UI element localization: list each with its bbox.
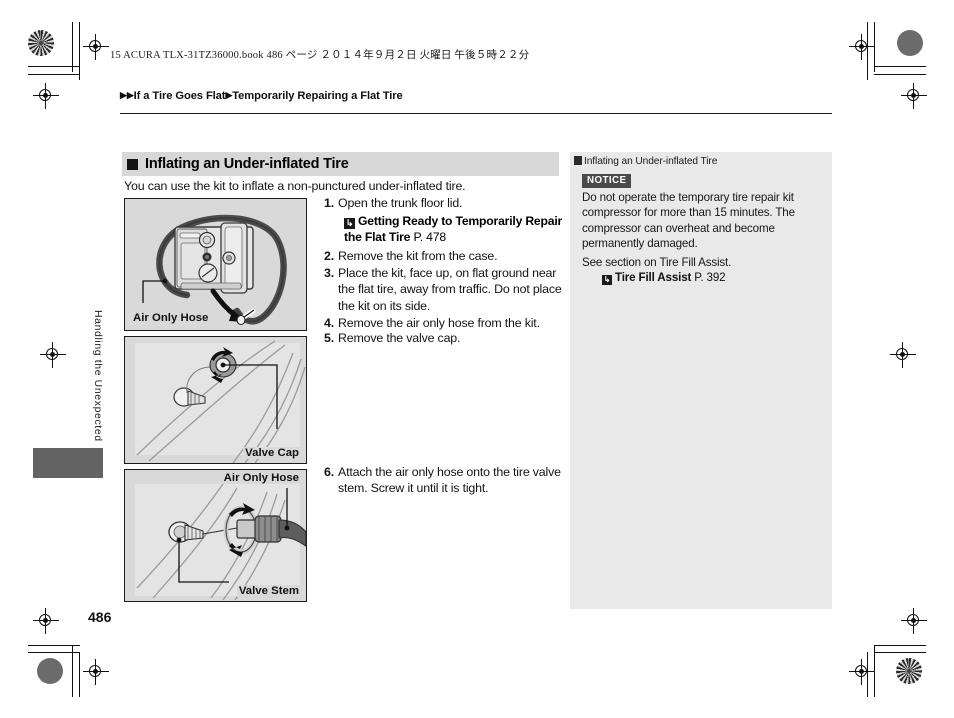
figure-2-caption: Valve Cap (243, 447, 301, 459)
cross-reference-tire-fill-assist[interactable]: ↳ Tire Fill Assist P. 392 (602, 271, 726, 285)
step-number: 3. (324, 265, 334, 280)
step-number: 2. (324, 248, 334, 263)
step-number: 4. (324, 316, 334, 331)
step-item: 5. Remove the valve cap. (320, 330, 565, 346)
cross-reference-title: Tire Fill Assist (615, 271, 692, 284)
breadcrumb-level-1: If a Tire Goes Flat (133, 90, 226, 102)
cross-reference-getting-ready[interactable]: ↳ Getting Ready to Temporarily Repair the… (320, 213, 565, 245)
info-panel-marker-icon (574, 156, 582, 165)
figure-valve-stem-hose: Air Only Hose Valve Stem (124, 469, 307, 602)
registration-target-bottom-right (901, 608, 927, 634)
registration-blob-top-right (897, 30, 923, 56)
figure-1-caption: Air Only Hose (131, 312, 211, 324)
section-bullet-icon (127, 158, 138, 170)
valve-cap-illustration (125, 337, 306, 463)
crop-mark-line (79, 22, 81, 80)
step-item: 3. Place the kit, face up, on flat groun… (320, 265, 565, 314)
step-text: Remove the air only hose from the kit. (338, 316, 540, 331)
step-item: 1. Open the trunk floor lid. (320, 195, 565, 211)
crop-mark-line (28, 645, 80, 647)
cross-reference-arrow-icon: ↳ (344, 218, 355, 230)
registration-blob-top-left (28, 30, 54, 56)
registration-blob-bottom-left (37, 658, 63, 684)
breadcrumb-marker-icon: ▶ (126, 90, 134, 100)
step-text: Attach the air only hose onto the tire v… (338, 465, 561, 496)
cross-reference-page: P. 392 (694, 271, 726, 284)
crop-mark-line (72, 645, 74, 697)
step-text: Open the trunk floor lid. (338, 196, 463, 210)
header-divider (120, 113, 832, 114)
procedure-step-5: 5. Remove the valve cap. (320, 330, 565, 347)
cross-reference-page: P. 478 (413, 230, 446, 245)
info-panel-title-text: Inflating an Under-inflated Tire (584, 156, 718, 167)
crop-mark-line (72, 22, 74, 72)
step-item: 2. Remove the kit from the case. (320, 248, 565, 264)
crop-mark-line (874, 66, 926, 68)
crop-mark-line (874, 645, 876, 697)
step-number: 1. (324, 196, 334, 210)
crop-mark-line (874, 645, 926, 647)
registration-target-top-center-right (849, 34, 875, 60)
registration-blob-bottom-right (896, 658, 922, 684)
figure-compressor-kit: Air Only Hose (124, 198, 307, 331)
crop-mark-line (867, 652, 869, 697)
registration-target-mid-left (40, 342, 66, 368)
registration-target-bottom-center-left (83, 659, 109, 685)
info-panel-title: Inflating an Under-inflated Tire (574, 156, 717, 167)
figure-3-caption-bottom: Valve Stem (236, 585, 301, 597)
registration-target-bottom-left (33, 608, 59, 634)
cross-reference-arrow-icon: ↳ (602, 275, 612, 285)
step-item: 4. Remove the air only hose from the kit… (320, 315, 565, 331)
book-info-line: 15 ACURA TLX-31TZ36000.book 486 ページ ２０１４… (110, 50, 530, 61)
step-text: Place the kit, face up, on flat ground n… (338, 265, 562, 313)
procedure-step-6: 6. Attach the air only hose onto the tir… (320, 464, 565, 498)
step-item: 6. Attach the air only hose onto the tir… (320, 464, 565, 497)
step-number: 5. (324, 331, 334, 345)
section-intro-text: You can use the kit to inflate a non-pun… (124, 179, 466, 193)
crop-mark-line (28, 66, 80, 68)
procedure-steps-list: 1. Open the trunk floor lid. ↳ Getting Re… (320, 195, 565, 332)
breadcrumb: ▶▶If a Tire Goes Flat▶Temporarily Repair… (120, 90, 403, 102)
step-text: Remove the kit from the case. (338, 248, 498, 263)
side-info-panel: Inflating an Under-inflated Tire NOTICE … (570, 152, 832, 609)
crop-mark-line (874, 652, 926, 654)
registration-target-bottom-center-right (849, 659, 875, 685)
crop-mark-line (874, 22, 876, 72)
crop-mark-line (28, 74, 80, 76)
see-section-text: See section on Tire Fill Assist. (582, 256, 732, 269)
side-tab-label: Handling the Unexpected (92, 310, 104, 442)
crop-mark-line (28, 652, 80, 654)
step-number: 6. (324, 465, 334, 479)
registration-target-top-right (901, 83, 927, 109)
cross-reference-title: Getting Ready to Temporarily Repair the … (344, 214, 563, 245)
crop-mark-line (79, 652, 81, 697)
breadcrumb-level-2: Temporarily Repairing a Flat Tire (232, 90, 403, 102)
page-number: 486 (88, 609, 112, 625)
valve-stem-hose-illustration (125, 470, 306, 601)
registration-target-top-left (33, 83, 59, 109)
registration-target-mid-right (890, 342, 916, 368)
side-tab-marker (33, 448, 103, 478)
compressor-kit-illustration (125, 199, 306, 330)
breadcrumb-marker-icon: ▶ (120, 90, 127, 100)
crop-mark-line (867, 22, 869, 80)
section-heading-text: Inflating an Under-inflated Tire (145, 156, 349, 172)
notice-badge: NOTICE (582, 174, 632, 188)
figure-valve-cap: Valve Cap (124, 336, 307, 464)
crop-mark-line (874, 74, 926, 76)
notice-text: Do not operate the temporary tire repair… (582, 191, 795, 251)
registration-target-top-center-left (83, 34, 109, 60)
step-text: Remove the valve cap. (338, 331, 461, 345)
section-heading-band: Inflating an Under-inflated Tire (122, 152, 559, 176)
figure-3-caption-top: Air Only Hose (221, 472, 301, 484)
